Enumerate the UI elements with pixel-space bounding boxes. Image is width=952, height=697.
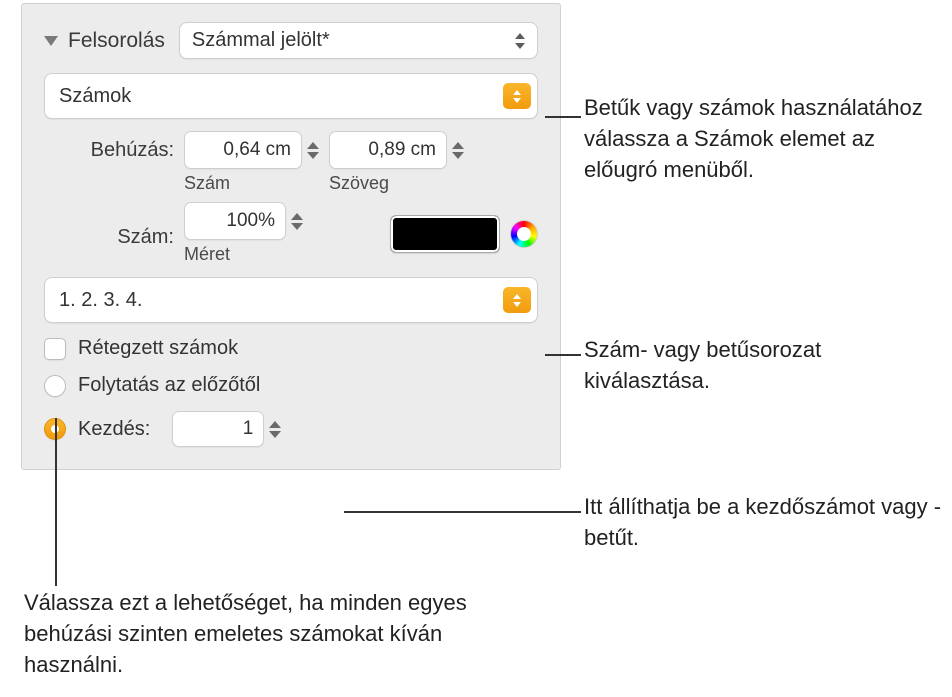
callout-leader — [545, 116, 581, 118]
continue-radio[interactable] — [44, 375, 66, 397]
size-input[interactable]: 100% — [184, 202, 286, 240]
callout-text: Betűk vagy számok használatához válassza… — [584, 93, 944, 185]
callout-text: Szám- vagy betűsorozat kiválasztása. — [584, 335, 944, 397]
color-well[interactable] — [390, 215, 500, 253]
updown-icon — [515, 33, 525, 49]
start-from-label: Kezdés: — [78, 418, 150, 441]
list-format-panel: Felsorolás Számmal jelölt* Számok Behúzá… — [21, 3, 561, 470]
tiered-numbers-checkbox[interactable] — [44, 338, 66, 360]
callout-leader — [344, 511, 581, 513]
size-label: Szám: — [44, 218, 174, 249]
sequence-format-value: 1. 2. 3. 4. — [59, 289, 142, 312]
continue-radio-label: Folytatás az előzőtől — [78, 374, 260, 397]
indent-text-sublabel: Szöveg — [329, 173, 389, 194]
section-title: Felsorolás — [68, 29, 165, 53]
size-sublabel: Méret — [184, 244, 230, 265]
callout-text: Itt állíthatja be a kezdőszámot vagy -be… — [584, 492, 952, 554]
callout-leader — [55, 418, 57, 586]
number-type-value: Számok — [59, 85, 131, 108]
dropdown-arrow-icon — [503, 287, 531, 313]
indent-number-sublabel: Szám — [184, 173, 230, 194]
disclosure-triangle-icon[interactable] — [44, 36, 58, 46]
indent-number-stepper[interactable] — [307, 142, 319, 159]
indent-number-input[interactable]: 0,64 cm — [184, 131, 302, 169]
dropdown-arrow-icon — [503, 83, 531, 109]
sequence-format-dropdown[interactable]: 1. 2. 3. 4. — [44, 277, 538, 323]
start-from-stepper[interactable] — [269, 421, 281, 438]
color-picker-icon[interactable] — [510, 220, 538, 248]
tiered-numbers-label: Rétegzett számok — [78, 337, 238, 360]
indent-text-input[interactable]: 0,89 cm — [329, 131, 447, 169]
start-from-input[interactable]: 1 — [172, 411, 264, 447]
number-type-dropdown[interactable]: Számok — [44, 73, 538, 119]
list-style-value: Számmal jelölt* — [192, 29, 330, 52]
list-style-dropdown[interactable]: Számmal jelölt* — [179, 22, 538, 59]
callout-text: Válassza ezt a lehetőséget, ha minden eg… — [24, 588, 544, 680]
callout-leader — [545, 354, 581, 356]
indent-text-stepper[interactable] — [452, 142, 464, 159]
indent-label: Behúzás: — [44, 131, 174, 162]
size-stepper[interactable] — [291, 213, 303, 230]
